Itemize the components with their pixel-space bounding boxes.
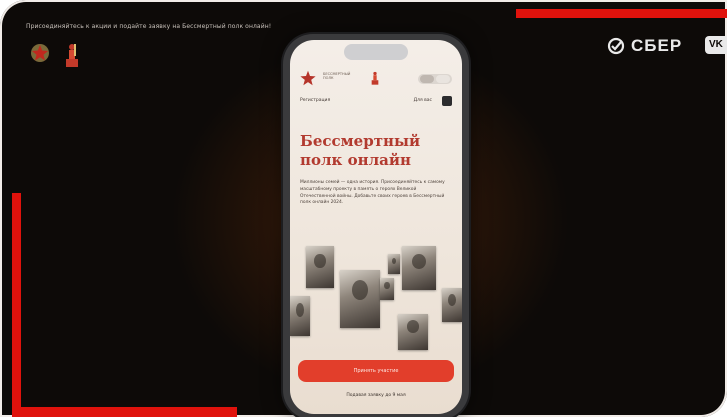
menu-icon[interactable] [442,96,452,106]
accent-bar-top-right [516,9,727,18]
portrait-photo [388,254,400,274]
participate-button[interactable]: Принять участие [298,360,454,382]
deadline-note[interactable]: Подавая заявку до 9 мая [300,393,452,398]
accent-bar-bottom-left [21,407,237,417]
accent-bar-left-vertical [12,193,21,417]
theme-toggle[interactable] [418,74,452,84]
phone-screen: БЕССМЕРТНЫЙ ПОЛК Регистрация Для вас Бес… [290,40,462,414]
monument-logo-icon [371,71,379,85]
portrait-photo [306,246,334,288]
dynamic-island [344,44,408,60]
star-logo-icon [300,70,316,86]
portrait-photo [442,288,462,322]
portrait-photo [398,314,428,350]
caption-text: Присоединяйтесь к акции и подайте заявку… [26,23,272,30]
soldier-monument-icon [66,44,78,67]
star-emblem-icon [31,44,49,62]
vk-logo: VK [705,36,727,54]
app-nav: Регистрация Для вас [300,96,452,108]
portrait-photo [340,270,380,328]
page-title: Бессмертный полк онлайн [300,132,421,169]
sber-check-icon [607,37,625,55]
portrait-photo [402,246,436,290]
sber-logo: СБЕР [607,36,682,56]
phone-mockup: БЕССМЕРТНЫЙ ПОЛК Регистрация Для вас Бес… [283,34,469,417]
intro-text: Миллионы семей — одна история. Присоедин… [300,180,445,206]
app-header: БЕССМЕРТНЫЙ ПОЛК [300,68,452,88]
nav-register-link[interactable]: Регистрация [300,98,330,103]
nav-foryou-link[interactable]: Для вас [414,98,432,103]
portrait-photo [380,278,394,300]
logo-label: БЕССМЕРТНЫЙ ПОЛК [323,72,351,80]
video-frame: Присоединяйтесь к акции и подайте заявку… [0,0,727,417]
portrait-photo [290,296,310,336]
sber-label: СБЕР [631,36,683,55]
